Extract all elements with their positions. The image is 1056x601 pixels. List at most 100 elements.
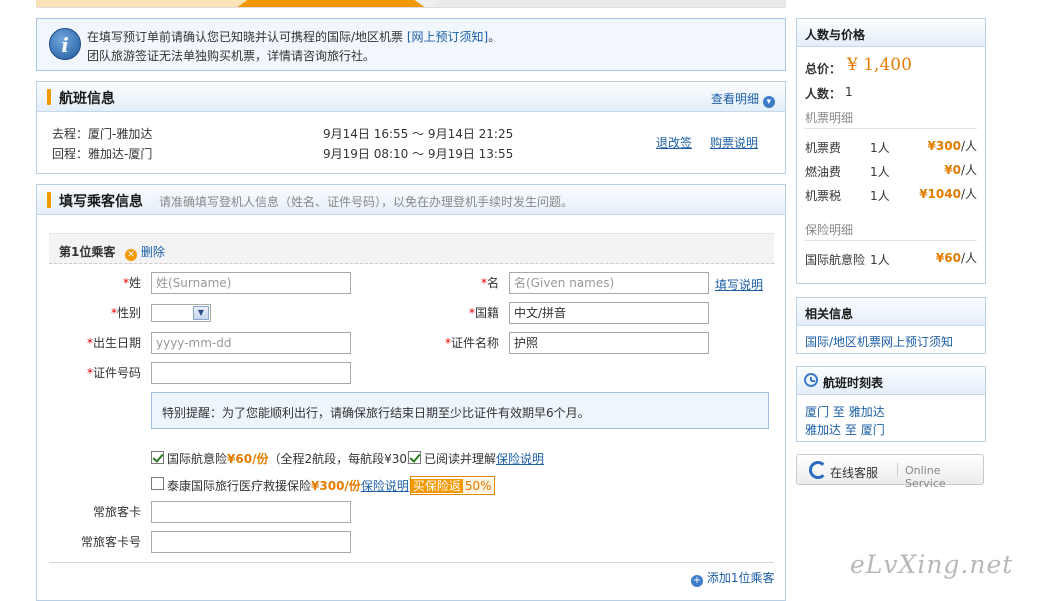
- form-divider: [49, 562, 774, 563]
- schedule-route-1[interactable]: 厦门 至 雅加达: [805, 403, 885, 420]
- id-number-input[interactable]: [151, 362, 351, 384]
- total-price: ¥ 1,400: [847, 55, 912, 75]
- ticket-fee-qty: 1人: [870, 141, 890, 155]
- info-icon: i: [49, 28, 81, 60]
- id-type-label: *证件名称: [444, 336, 499, 350]
- delete-passenger[interactable]: ✕ 删除: [125, 243, 165, 261]
- insurance-rebate-badge: 买保险返 50%: [409, 476, 495, 495]
- given-name-input[interactable]: 名(Given names): [509, 272, 709, 294]
- nationality-input[interactable]: 中文/拼音: [509, 302, 709, 324]
- related-info-panel: 相关信息 国际/地区机票网上预订须知: [796, 297, 986, 354]
- booking-terms-side-link[interactable]: 国际/地区机票网上预订须知: [805, 333, 953, 350]
- nationality-label: *国籍: [468, 306, 499, 320]
- birth-date-input[interactable]: yyyy-mm-dd: [151, 332, 351, 354]
- insurance-fee-qty: 1人: [870, 253, 890, 267]
- add-passenger-button[interactable]: + 添加1位乘客: [691, 569, 774, 587]
- flight-schedule-title: 航班时刻表: [797, 367, 985, 395]
- surname-input[interactable]: 姓(Surname): [151, 272, 351, 294]
- flight-info-header: 航班信息 查看明细 ▾: [37, 82, 785, 112]
- insurance-2-price: ¥300/份: [311, 479, 361, 493]
- booking-progress-bar: [36, 0, 786, 8]
- fuel-fee-qty: 1人: [870, 165, 890, 179]
- purchase-info-link[interactable]: 购票说明: [710, 134, 758, 151]
- title-accent-bar: [47, 89, 51, 105]
- title-accent-bar: [47, 192, 51, 208]
- passport-reminder: 特别提醒：为了您能顺利出行，请确保旅行结束日期至少比证件有效期早6个月。: [151, 392, 769, 429]
- view-detail-label: 查看明细: [711, 92, 760, 106]
- passenger-header: 填写乘客信息 请准确填写登机人信息（姓名、证件号码），以免在办理登机手续时发生问…: [37, 185, 785, 215]
- site-watermark: eLvXing.net: [850, 550, 1014, 579]
- section-divider: [805, 240, 977, 241]
- gender-select[interactable]: ▼: [151, 304, 211, 322]
- section-divider: [805, 128, 977, 129]
- return-route: 回程：雅加达-厦门: [52, 147, 153, 161]
- read-understood-label: 已阅读并理解: [424, 452, 497, 466]
- birth-date-label: *出生日期: [86, 336, 141, 350]
- count-value: 1: [845, 85, 853, 99]
- plus-circle-icon: +: [691, 575, 703, 587]
- notice-line-1: 在填写预订单前请确认您已知晓并认可携程的国际/地区机票 [网上预订须知]。: [87, 28, 500, 45]
- fuel-fee-name: 燃油费: [805, 165, 842, 179]
- id-type-input[interactable]: 护照: [509, 332, 709, 354]
- progress-step-current: [236, 0, 426, 7]
- add-passenger-label: 添加1位乘客: [706, 571, 775, 585]
- passenger-panel: 填写乘客信息 请准确填写登机人信息（姓名、证件号码），以免在办理登机手续时发生问…: [36, 184, 786, 601]
- flight-info-title: 航班信息: [59, 91, 115, 107]
- gender-label: *性别: [110, 306, 141, 320]
- insurance-2-text: 泰康国际旅行医疗救援保险¥300/份保险说明 买保险返 50%: [167, 476, 495, 495]
- insurance-2-checkbox[interactable]: [151, 477, 164, 490]
- online-service-label: 在线客服: [830, 466, 879, 480]
- insurance-fee-price: ¥60/人: [935, 251, 977, 265]
- insurance-2-info-link[interactable]: 保险说明: [361, 479, 409, 493]
- surname-label: *姓: [122, 276, 141, 290]
- ticket-section-label: 机票明细: [805, 111, 854, 125]
- ticket-tax-price: ¥1040/人: [919, 187, 977, 201]
- id-number-label: *证件号码: [86, 366, 141, 380]
- given-name-label: *名: [480, 276, 499, 290]
- online-service-button[interactable]: 在线客服 Online Service: [796, 454, 984, 490]
- insurance-section-label: 保险明细: [805, 223, 854, 237]
- outbound-route: 去程：厦门-雅加达: [52, 127, 153, 141]
- insurance-1-read: 已阅读并理解保险说明: [424, 450, 544, 467]
- booking-terms-link[interactable]: [网上预订须知]: [407, 30, 488, 44]
- ticket-fee-name: 机票费: [805, 141, 842, 155]
- outbound-time: 9月14日 16:55 ～ 9月14日 21:25: [323, 127, 514, 141]
- insurance-1-checkbox[interactable]: [151, 451, 164, 464]
- ff-number-label: 常旅客卡号: [80, 535, 141, 549]
- fuel-fee-price: ¥0/人: [944, 163, 977, 177]
- insurance-1-text: 国际航意险¥60/份（全程2航段，每航段¥30）: [167, 450, 419, 467]
- ticket-tax-name: 机票税: [805, 189, 842, 203]
- insurance-fee-name: 国际航意险: [805, 253, 866, 267]
- refund-change-link[interactable]: 退改签: [656, 134, 692, 151]
- price-panel-title: 人数与价格: [797, 19, 985, 47]
- passenger-index: 第1位乘客: [59, 245, 116, 259]
- ff-card-input[interactable]: [151, 501, 351, 523]
- chevron-down-circle-icon: ▾: [762, 96, 775, 108]
- progress-step-next: [436, 0, 786, 7]
- delete-label: 删除: [140, 245, 165, 259]
- flight-info-panel: 航班信息 查看明细 ▾ 去程：厦门-雅加达 9月14日 16:55 ～ 9月14…: [36, 81, 786, 174]
- insurance-1-info-link[interactable]: 保险说明: [496, 452, 544, 466]
- close-circle-icon: ✕: [125, 249, 137, 261]
- view-detail-link[interactable]: 查看明细 ▾: [711, 90, 775, 108]
- online-service-english: Online Service: [905, 464, 946, 490]
- progress-step-done: [36, 0, 266, 7]
- insurance-2-name: 泰康国际旅行医疗救援保险: [167, 479, 312, 493]
- fill-help-link[interactable]: 填写说明: [715, 276, 763, 293]
- ff-card-label: 常旅客卡: [92, 505, 141, 519]
- insurance-1-read-checkbox[interactable]: [408, 451, 421, 464]
- chat-service-icon: [809, 461, 827, 479]
- passenger-title: 填写乘客信息: [59, 194, 143, 210]
- notice-period: 。: [488, 30, 501, 44]
- insurance-1-detail: （全程2航段，每航段¥30）: [268, 452, 419, 466]
- schedule-route-2[interactable]: 雅加达 至 厦门: [805, 421, 885, 438]
- price-panel: 人数与价格 总价： ¥ 1,400 人数： 1 机票明细 机票费 1人 ¥300…: [796, 18, 986, 284]
- passenger-subtitle: 请准确填写登机人信息（姓名、证件号码），以免在办理登机手续时发生问题。: [159, 195, 574, 209]
- ticket-fee-price: ¥300/人: [927, 139, 977, 153]
- notice-text: 在填写预订单前请确认您已知晓并认可携程的国际/地区机票: [87, 30, 404, 44]
- chevron-down-icon: ▼: [193, 306, 209, 320]
- return-time: 9月19日 08:10 ～ 9月19日 13:55: [323, 147, 514, 161]
- ff-number-input[interactable]: [151, 531, 351, 553]
- total-label: 总价：: [805, 62, 842, 76]
- service-divider: [897, 463, 898, 477]
